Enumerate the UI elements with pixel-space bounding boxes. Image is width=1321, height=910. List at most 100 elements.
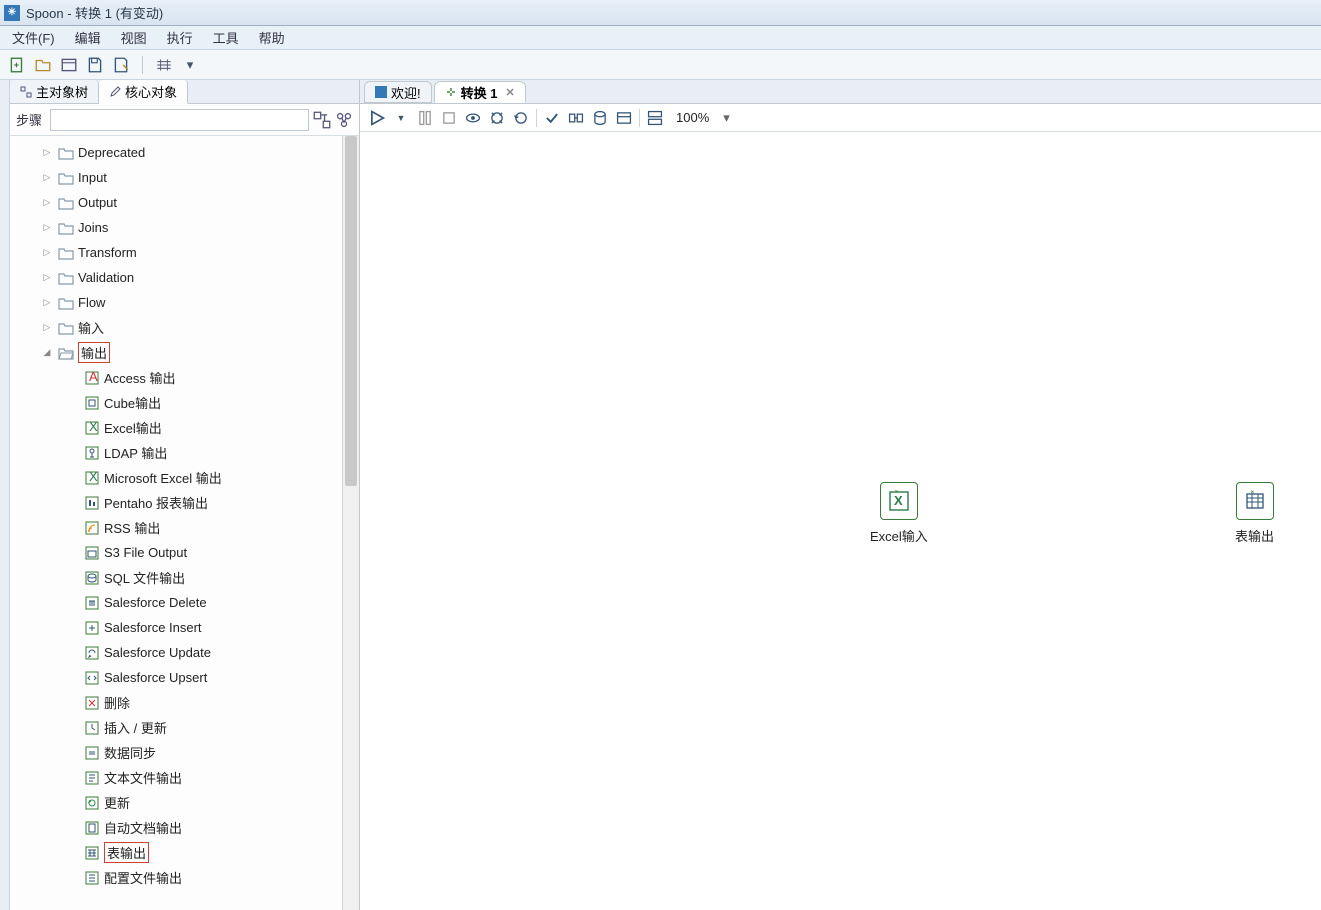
tree-item-update[interactable]: 更新	[10, 790, 342, 815]
chevron-right-icon[interactable]: ▷	[40, 222, 54, 233]
tree-item-sf-delete[interactable]: Salesforce Delete	[10, 590, 342, 615]
chevron-right-icon[interactable]: ▷	[40, 172, 54, 183]
pause-icon[interactable]	[416, 109, 434, 127]
step-icon	[84, 770, 100, 786]
tab-core-objects[interactable]: 核心对象	[99, 80, 188, 104]
tree-item-label: 数据同步	[104, 743, 156, 762]
tree-folder-validation[interactable]: ▷ Validation	[10, 265, 342, 290]
tree-item-pentaho-report[interactable]: Pentaho 报表输出	[10, 490, 342, 515]
debug-icon[interactable]	[488, 109, 506, 127]
scrollbar-thumb[interactable]	[345, 136, 357, 486]
tree-item-auto-doc-output[interactable]: 自动文档输出	[10, 815, 342, 840]
tree-folder-output[interactable]: ▷Output	[10, 190, 342, 215]
close-tab-icon[interactable]: ✕	[505, 86, 514, 99]
perspective-icon[interactable]	[155, 56, 173, 74]
expand-all-icon[interactable]	[313, 111, 331, 129]
preview-icon[interactable]	[464, 109, 482, 127]
step-icon	[84, 495, 100, 511]
tree-label: Validation	[78, 270, 134, 285]
explore-icon[interactable]	[60, 56, 78, 74]
stop-icon[interactable]	[440, 109, 458, 127]
search-input[interactable]	[50, 109, 309, 131]
transformation-canvas[interactable]: X Excel输入 表输出	[360, 132, 1321, 910]
tree-item-excel-output[interactable]: XExcel输出	[10, 415, 342, 440]
tab-transformation-1-label: 转换 1	[461, 83, 498, 102]
perspective-dropdown-icon[interactable]: ▾	[181, 56, 199, 74]
canvas-node-table-output[interactable]: 表输出	[1235, 482, 1274, 545]
tree-item-text-file-output[interactable]: 文本文件输出	[10, 765, 342, 790]
tree-item-msexcel-output[interactable]: XMicrosoft Excel 输出	[10, 465, 342, 490]
tree-folder-input[interactable]: ▷Input	[10, 165, 342, 190]
tree-folder-input-cn[interactable]: ▷输入	[10, 315, 342, 340]
tree-item-sf-upsert[interactable]: Salesforce Upsert	[10, 665, 342, 690]
explore-db-icon[interactable]	[615, 109, 633, 127]
tree-item-label: 文本文件输出	[104, 768, 182, 787]
tree-folder-joins[interactable]: ▷Joins	[10, 215, 342, 240]
collapse-all-icon[interactable]	[335, 111, 353, 129]
canvas-node-excel-input[interactable]: X Excel输入	[870, 482, 928, 545]
run-dropdown-icon[interactable]: ▼	[392, 109, 410, 127]
tree-folder-output-cn[interactable]: ◢输出	[10, 340, 342, 365]
tree-label: Deprecated	[78, 145, 145, 160]
show-results-icon[interactable]	[646, 109, 664, 127]
chevron-right-icon[interactable]: ▷	[40, 297, 54, 308]
tree-item-sf-update[interactable]: Salesforce Update	[10, 640, 342, 665]
chevron-right-icon[interactable]: ▷	[40, 197, 54, 208]
zoom-dropdown-icon[interactable]: ▾	[723, 110, 730, 126]
step-icon	[84, 545, 100, 561]
tree-item-insert-update[interactable]: 插入 / 更新	[10, 715, 342, 740]
verify-icon[interactable]	[543, 109, 561, 127]
menu-view[interactable]: 视图	[117, 26, 151, 49]
run-icon[interactable]	[368, 109, 386, 127]
menu-help[interactable]: 帮助	[255, 26, 289, 49]
replay-icon[interactable]	[512, 109, 530, 127]
zoom-level-label[interactable]: 100%	[676, 110, 709, 125]
tree-item-rss-output[interactable]: RSS 输出	[10, 515, 342, 540]
menu-run[interactable]: 执行	[163, 26, 197, 49]
chevron-right-icon[interactable]: ▷	[40, 272, 54, 283]
step-icon	[84, 595, 100, 611]
tree-item-s3-output[interactable]: S3 File Output	[10, 540, 342, 565]
tree-folder-deprecated[interactable]: ▷ Deprecated	[10, 140, 342, 165]
tab-welcome[interactable]: 欢迎!	[364, 81, 432, 103]
tree-label: Transform	[78, 245, 137, 260]
folder-icon	[58, 196, 74, 210]
chevron-right-icon[interactable]: ▷	[40, 147, 54, 158]
tree-scrollbar[interactable]	[342, 136, 359, 910]
menu-file[interactable]: 文件(F)	[8, 26, 59, 49]
menu-edit[interactable]: 编辑	[71, 26, 105, 49]
tree-item-access-output[interactable]: AAccess 输出	[10, 365, 342, 390]
app-icon: ✳	[4, 5, 20, 21]
spoon-tab-icon	[375, 86, 387, 98]
tree-item-label: LDAP 输出	[104, 443, 167, 462]
sql-icon[interactable]	[591, 109, 609, 127]
folder-icon	[58, 246, 74, 260]
tree-item-config-file-output[interactable]: 配置文件输出	[10, 865, 342, 890]
tree-folder-transform[interactable]: ▷ Transform	[10, 240, 342, 265]
tree-folder-flow[interactable]: ▷Flow	[10, 290, 342, 315]
menu-tools[interactable]: 工具	[209, 26, 243, 49]
folder-open-icon	[58, 346, 74, 360]
step-icon	[84, 520, 100, 536]
svg-text:A: A	[89, 370, 98, 384]
chevron-right-icon[interactable]: ▷	[40, 247, 54, 258]
tree-item-sf-insert[interactable]: Salesforce Insert	[10, 615, 342, 640]
new-file-icon[interactable]	[8, 56, 26, 74]
tab-object-tree[interactable]: 主对象树	[10, 80, 99, 103]
main-toolbar: ▾	[0, 50, 1321, 80]
impact-icon[interactable]	[567, 109, 585, 127]
tree-item-sql-file-output[interactable]: SQL 文件输出	[10, 565, 342, 590]
chevron-down-icon[interactable]: ◢	[40, 347, 54, 358]
tree-item-cube-output[interactable]: Cube输出	[10, 390, 342, 415]
step-icon	[84, 870, 100, 886]
save-as-icon[interactable]	[112, 56, 130, 74]
tree-item-delete[interactable]: 删除	[10, 690, 342, 715]
tree-item-data-sync[interactable]: 数据同步	[10, 740, 342, 765]
open-file-icon[interactable]	[34, 56, 52, 74]
chevron-right-icon[interactable]: ▷	[40, 322, 54, 333]
tree-item-ldap-output[interactable]: LDAP 输出	[10, 440, 342, 465]
tab-transformation-1[interactable]: 转换 1 ✕	[434, 81, 526, 103]
folder-icon	[58, 296, 74, 310]
tree-item-table-output[interactable]: 表输出	[10, 840, 342, 865]
save-icon[interactable]	[86, 56, 104, 74]
